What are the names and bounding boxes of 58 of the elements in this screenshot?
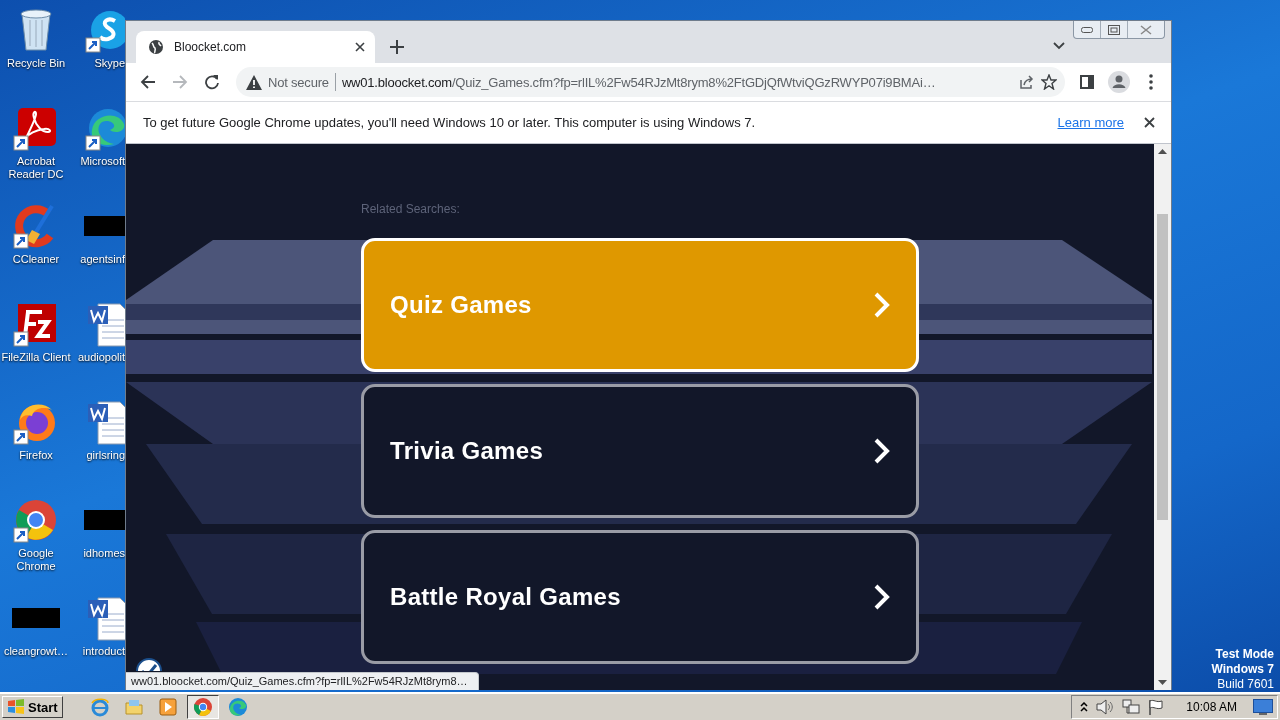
security-label[interactable]: Not secure [268,74,329,90]
browser-tab[interactable]: Bloocket.com [136,31,375,63]
globe-icon [148,39,164,55]
menu-icon[interactable] [1149,74,1153,90]
chevron-up-icon[interactable] [1080,702,1089,712]
chevron-right-icon [872,437,892,465]
url-text[interactable]: ww01.bloocket.com/Quiz_Games.cfm?fp=rlIL%2Fw54RJzMt8rym8%2FtGDjQfWtviQGzRWYP07i9BMAi… [341,74,1013,90]
network-icon[interactable] [1122,699,1141,715]
address-bar[interactable]: Not secure ww01.bloocket.com/Quiz_Games.cfm?fp=rlIL%2Fw54RJzMt8rym8%2FtGDjQfWtviQGzRWYP07i9BMAi… [236,67,1065,97]
desktop-icon-label[interactable]: agentsinf [80,253,125,266]
star-icon[interactable] [1041,74,1057,90]
desktop-icon-label[interactable]: Recycle Bin [1,57,71,70]
minimize-icon[interactable] [1081,26,1093,33]
side-panel-icon[interactable] [1080,75,1094,89]
learn-more-link[interactable]: Learn more [1057,115,1124,130]
chevron-right-icon [872,291,892,319]
reload-icon[interactable] [204,74,220,90]
share-icon[interactable] [1019,74,1035,90]
desktop-icon-label[interactable]: cleangrowt… [1,645,71,658]
show-desktop-icon[interactable] [1253,699,1273,715]
chrome-icon[interactable] [192,697,213,717]
profile-icon[interactable] [1108,71,1130,93]
related-search-link[interactable]: Trivia Games [361,384,919,518]
os-watermark-text: Build 7601 [1217,677,1274,692]
clock-text[interactable]: 10:08 AM [1186,700,1237,714]
os-watermark-text: Windows 7 [1211,662,1274,677]
section-heading: Related Searches: [361,202,461,216]
speaker-icon[interactable] [1096,699,1115,715]
warning-icon [246,74,262,90]
start-button[interactable]: Start [2,696,63,718]
plus-icon[interactable] [390,40,404,54]
close-icon[interactable] [1144,117,1155,128]
desktop-icon-label[interactable]: audiopolit [77,351,125,364]
desktop-icon-label[interactable]: Google Chrome [1,547,71,573]
os-watermark-text: Test Mode [1215,647,1274,662]
close-icon[interactable] [355,42,365,52]
desktop-icon-label[interactable]: Acrobat Reader DC [1,155,71,181]
desktop-icon-label[interactable]: introduct [82,645,125,658]
flag-icon[interactable] [1148,699,1165,715]
desktop-icon-label[interactable]: Firefox [1,449,71,462]
checkmark-badge-icon[interactable] [136,658,162,671]
restore-icon[interactable] [1108,24,1120,35]
windows-logo-icon [7,699,25,715]
desktop-icon-label[interactable]: idhomes [83,547,125,560]
window-controls[interactable] [1073,21,1165,39]
related-search-link[interactable]: Battle Royal Games [361,530,919,664]
update-notice: To get future Google Chrome updates, you'll need Windows 10 or later. This computer is using Windows 7. [143,115,757,130]
scrollbar[interactable] [1154,144,1171,690]
status-url: ww01.bloocket.com/Quiz_Games.cfm?fp=rlIL%2Fw54RJzMt8rym8… [126,672,479,690]
back-icon[interactable] [140,74,156,90]
desktop-icon-label[interactable]: Microsoft [80,155,125,168]
media-player-icon[interactable] [157,697,178,717]
desktop-icon-label[interactable]: FileZilla Client [1,351,71,364]
desktop-icon-label[interactable]: CCleaner [1,253,71,266]
desktop-icon-label[interactable]: Skype [94,57,125,70]
desktop-icon-label[interactable]: girlsring [86,449,125,462]
chevron-right-icon [872,583,892,611]
taskbar-app-button[interactable] [186,695,219,719]
